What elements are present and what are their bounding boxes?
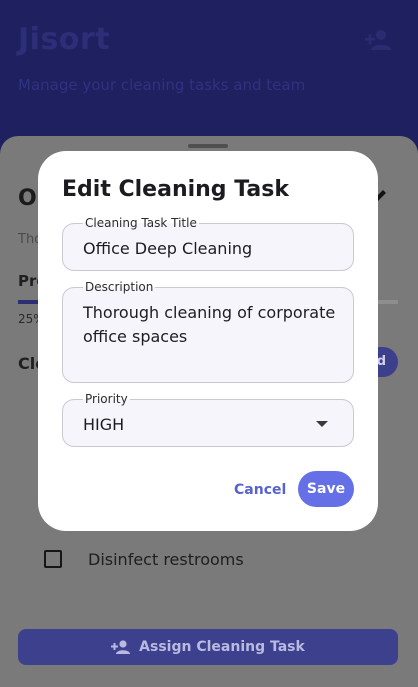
task-title-field[interactable]: Cleaning Task Title Office Deep Cleaning	[62, 216, 354, 271]
assign-task-label: Assign Cleaning Task	[139, 639, 305, 655]
dropdown-arrow-icon[interactable]	[316, 421, 328, 427]
progress-percent: 25%	[18, 312, 40, 326]
description-value: Thorough cleaning of corporate office sp…	[83, 303, 336, 346]
task-label: Disinfect restrooms	[88, 549, 244, 569]
sheet-drag-handle[interactable]	[188, 144, 228, 148]
task-title-label: Cleaning Task Title	[83, 216, 199, 230]
sheet-title: O	[18, 186, 37, 211]
description-field[interactable]: Description Thorough cleaning of corpora…	[62, 280, 354, 383]
assign-task-button[interactable]: Assign Cleaning Task	[18, 629, 398, 665]
brand-title: Jisort	[18, 22, 111, 57]
app-subtitle: Manage your cleaning tasks and team	[18, 76, 306, 94]
task-checkbox[interactable]	[44, 550, 62, 568]
person-add-icon	[111, 640, 131, 654]
priority-label: Priority	[83, 392, 130, 406]
list-item[interactable]: Disinfect restrooms	[44, 547, 244, 571]
save-button[interactable]: Save	[298, 471, 354, 507]
priority-value: HIGH	[83, 415, 125, 434]
task-title-value: Office Deep Cleaning	[83, 239, 253, 258]
dialog-title: Edit Cleaning Task	[62, 177, 289, 202]
progress-label: Pro	[18, 272, 40, 290]
description-label: Description	[83, 280, 156, 294]
edit-task-dialog: Edit Cleaning Task Cleaning Task Title O…	[38, 151, 378, 531]
person-add-icon[interactable]	[364, 28, 392, 52]
sheet-description: Tho	[18, 232, 40, 247]
cleaning-tasks-label: Cle	[18, 354, 40, 373]
cancel-button[interactable]: Cancel	[234, 482, 286, 498]
priority-select[interactable]: Priority HIGH	[62, 392, 354, 447]
